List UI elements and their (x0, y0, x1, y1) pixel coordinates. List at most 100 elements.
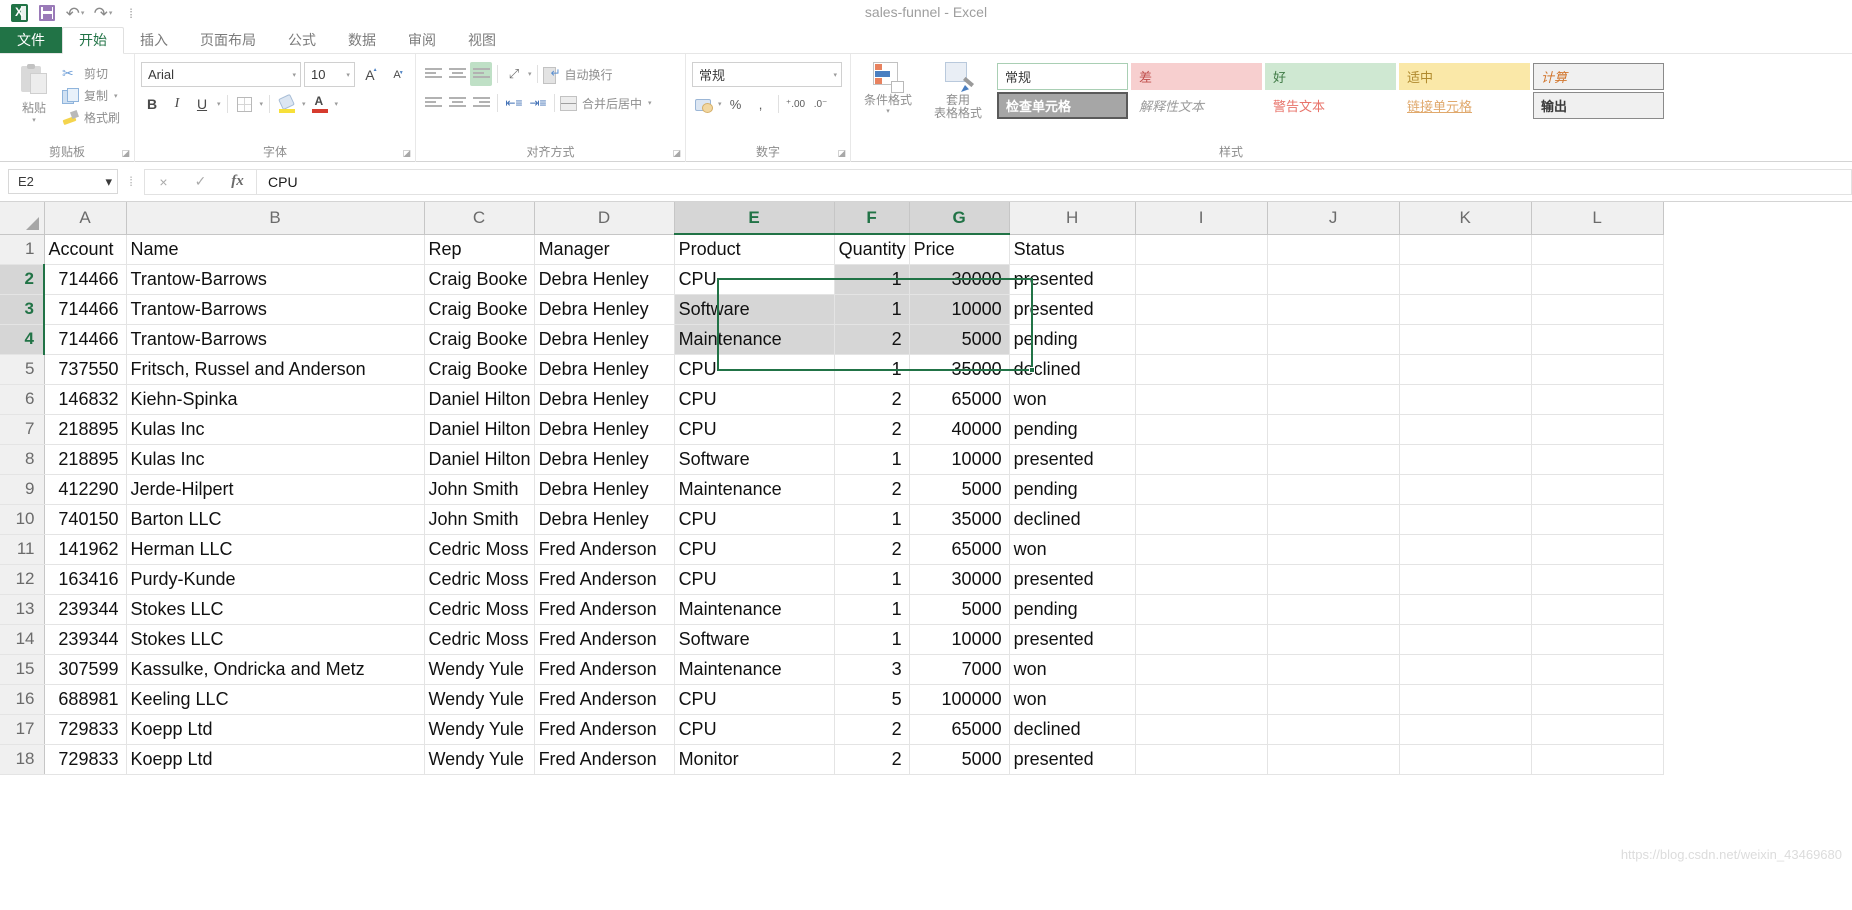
merge-center-button[interactable]: 合并后居中 ▾ (560, 92, 654, 114)
cell-I1[interactable] (1135, 234, 1268, 265)
cell-C1[interactable]: Rep (424, 234, 535, 265)
cell-C5[interactable]: Craig Booke (424, 354, 535, 385)
cell-K1[interactable] (1399, 234, 1532, 265)
tab-review[interactable]: 审阅 (392, 27, 452, 54)
cell-K5[interactable] (1399, 354, 1532, 385)
cell-J3[interactable] (1267, 294, 1400, 325)
column-header-E[interactable]: E (674, 202, 835, 235)
cell-I18[interactable] (1135, 744, 1268, 775)
cell-E12[interactable]: CPU (674, 564, 835, 595)
cell-I4[interactable] (1135, 324, 1268, 355)
cell-A17[interactable]: 729833 (44, 714, 127, 745)
decrease-decimal-button[interactable]: .0⁻ (810, 92, 832, 116)
column-header-G[interactable]: G (909, 202, 1010, 235)
cell-J2[interactable] (1267, 264, 1400, 295)
tab-home[interactable]: 开始 (62, 27, 124, 54)
cell-G15[interactable]: 7000 (909, 654, 1010, 685)
cell-K13[interactable] (1399, 594, 1532, 625)
cell-K10[interactable] (1399, 504, 1532, 535)
cell-G2[interactable]: 30000 (909, 264, 1010, 295)
cell-B5[interactable]: Fritsch, Russel and Anderson (126, 354, 425, 385)
cell-C16[interactable]: Wendy Yule (424, 684, 535, 715)
cell-B11[interactable]: Herman LLC (126, 534, 425, 565)
cell-B3[interactable]: Trantow-Barrows (126, 294, 425, 325)
cell-I14[interactable] (1135, 624, 1268, 655)
cell-C13[interactable]: Cedric Moss (424, 594, 535, 625)
cell-F10[interactable]: 1 (834, 504, 910, 535)
font-name-combo[interactable]: Arial ▾ (141, 62, 302, 87)
row-header-18[interactable]: 18 (0, 744, 45, 775)
cell-L10[interactable] (1531, 504, 1664, 535)
cell-G5[interactable]: 35000 (909, 354, 1010, 385)
cell-B6[interactable]: Kiehn-Spinka (126, 384, 425, 415)
borders-dropdown-icon[interactable]: ▾ (260, 100, 264, 108)
cell-J17[interactable] (1267, 714, 1400, 745)
cell-L13[interactable] (1531, 594, 1664, 625)
cell-I11[interactable] (1135, 534, 1268, 565)
cell-J9[interactable] (1267, 474, 1400, 505)
cell-H10[interactable]: declined (1009, 504, 1136, 535)
cell-B15[interactable]: Kassulke, Ondricka and Metz (126, 654, 425, 685)
underline-button[interactable]: U (191, 92, 213, 116)
row-header-16[interactable]: 16 (0, 684, 45, 715)
align-middle-button[interactable] (446, 62, 468, 86)
cell-G14[interactable]: 10000 (909, 624, 1010, 655)
cell-A1[interactable]: Account (44, 234, 127, 265)
cell-E6[interactable]: CPU (674, 384, 835, 415)
cell-D16[interactable]: Fred Anderson (534, 684, 675, 715)
comma-style-button[interactable]: , (750, 92, 772, 116)
row-header-11[interactable]: 11 (0, 534, 45, 565)
fill-color-button[interactable] (276, 92, 298, 116)
cell-A10[interactable]: 740150 (44, 504, 127, 535)
row-header-13[interactable]: 13 (0, 594, 45, 625)
cell-H8[interactable]: presented (1009, 444, 1136, 475)
cell-H5[interactable]: declined (1009, 354, 1136, 385)
cell-E15[interactable]: Maintenance (674, 654, 835, 685)
font-dialog-launcher-icon[interactable]: ◪ (402, 148, 411, 159)
cell-C12[interactable]: Cedric Moss (424, 564, 535, 595)
cell-F9[interactable]: 2 (834, 474, 910, 505)
cell-D14[interactable]: Fred Anderson (534, 624, 675, 655)
conditional-formatting-dropdown-icon[interactable]: ▾ (886, 107, 890, 115)
cell-C2[interactable]: Craig Booke (424, 264, 535, 295)
cell-K2[interactable] (1399, 264, 1532, 295)
cell-C4[interactable]: Craig Booke (424, 324, 535, 355)
cell-style-warning-text[interactable]: 警告文本 (1265, 92, 1396, 119)
cell-A8[interactable]: 218895 (44, 444, 127, 475)
font-name-dropdown-icon[interactable]: ▾ (288, 71, 297, 79)
number-format-combo[interactable]: 常规 ▾ (692, 62, 842, 87)
fill-color-dropdown-icon[interactable]: ▾ (302, 100, 306, 108)
cell-L18[interactable] (1531, 744, 1664, 775)
align-top-button[interactable] (422, 62, 444, 86)
row-header-2[interactable]: 2 (0, 264, 45, 295)
cell-style-good[interactable]: 好 (1265, 63, 1396, 90)
cell-E10[interactable]: CPU (674, 504, 835, 535)
format-as-table-button[interactable]: 套用 表格格式 (919, 60, 997, 120)
row-header-12[interactable]: 12 (0, 564, 45, 595)
cell-H3[interactable]: presented (1009, 294, 1136, 325)
row-header-7[interactable]: 7 (0, 414, 45, 445)
cell-B13[interactable]: Stokes LLC (126, 594, 425, 625)
cell-E5[interactable]: CPU (674, 354, 835, 385)
cell-F12[interactable]: 1 (834, 564, 910, 595)
cell-J7[interactable] (1267, 414, 1400, 445)
cell-style-explanatory-text[interactable]: 解释性文本 (1131, 92, 1262, 119)
cell-G6[interactable]: 65000 (909, 384, 1010, 415)
cell-K4[interactable] (1399, 324, 1532, 355)
row-header-6[interactable]: 6 (0, 384, 45, 415)
cell-D5[interactable]: Debra Henley (534, 354, 675, 385)
cell-J16[interactable] (1267, 684, 1400, 715)
copy-button[interactable]: 复制 ▾ (62, 86, 120, 105)
align-center-button[interactable] (446, 91, 468, 115)
cell-B4[interactable]: Trantow-Barrows (126, 324, 425, 355)
cell-C8[interactable]: Daniel Hilton (424, 444, 535, 475)
cell-B14[interactable]: Stokes LLC (126, 624, 425, 655)
cell-E17[interactable]: CPU (674, 714, 835, 745)
cell-H18[interactable]: presented (1009, 744, 1136, 775)
cell-J6[interactable] (1267, 384, 1400, 415)
tab-formulas[interactable]: 公式 (272, 27, 332, 54)
cell-style-linked-cell[interactable]: 链接单元格 (1399, 92, 1530, 119)
column-header-I[interactable]: I (1135, 202, 1268, 235)
cell-F14[interactable]: 1 (834, 624, 910, 655)
cell-C10[interactable]: John Smith (424, 504, 535, 535)
